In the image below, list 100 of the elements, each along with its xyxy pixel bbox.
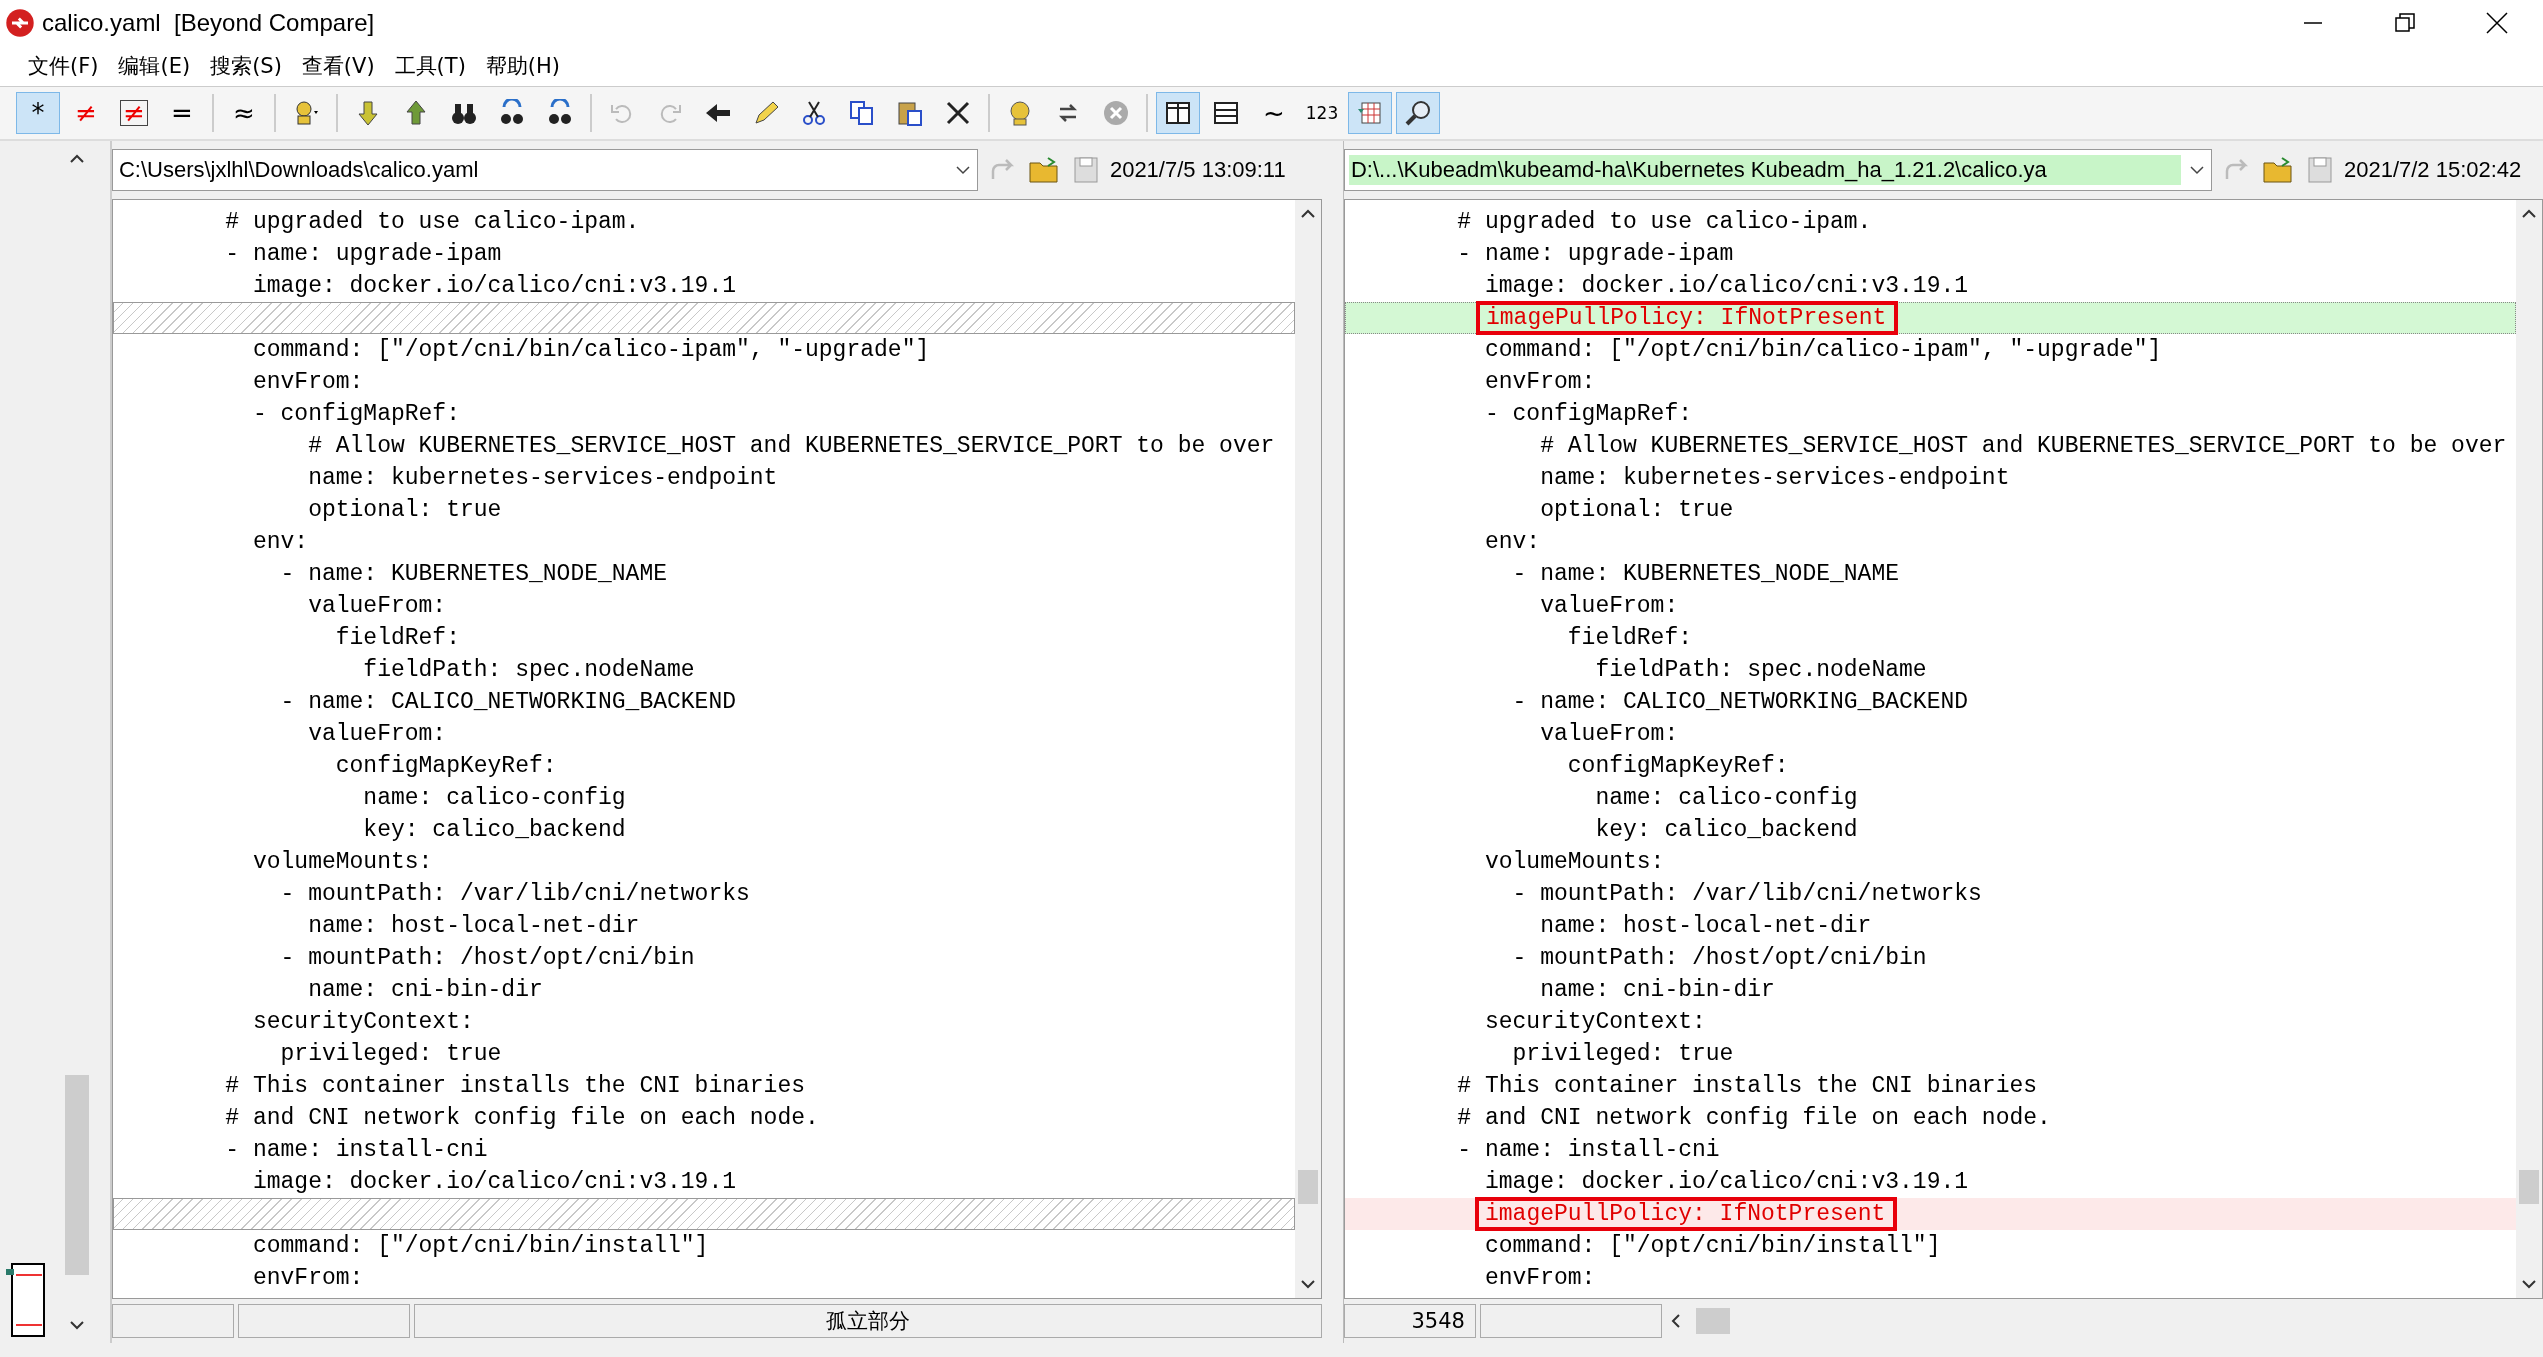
code-line: name: host-local-net-dir: [307, 913, 640, 939]
code-line: - mountPath: /host/opt/cni/bin: [279, 945, 695, 971]
binoculars-prev-icon: [546, 99, 574, 127]
toolbar-button[interactable]: =: [160, 92, 204, 134]
code-line: name: kubernetes-services-endpoint: [307, 465, 778, 491]
code-line: valueFrom:: [307, 721, 447, 747]
paste-icon: [896, 99, 924, 127]
code-line: fieldRef:: [1566, 625, 1692, 651]
code-line: # and CNI network config file on each node.: [224, 1105, 819, 1131]
restore-icon: [2395, 13, 2415, 33]
code-line: volumeMounts:: [1483, 849, 1665, 875]
toolbar-button[interactable]: ≈: [222, 92, 266, 134]
code-line: # Allow KUBERNETES_SERVICE_HOST and KUBERNETES_SERVICE_PORT to be over: [307, 433, 1275, 459]
code-line: # Allow KUBERNETES_SERVICE_HOST and KUBERNETES_SERVICE_PORT to be over: [1539, 433, 2507, 459]
code-line: - name: CALICO_NETWORKING_BACKEND: [279, 689, 736, 715]
code-line: image: docker.io/calico/cni:v3.19.1: [251, 273, 736, 299]
code-line: # upgraded to use calico-ipam.: [1456, 209, 1872, 235]
code-line: # upgraded to use calico-ipam.: [224, 209, 640, 235]
close-icon: [944, 99, 972, 127]
code-line: - name: install-cni: [1456, 1137, 1720, 1163]
code-line: - configMapRef:: [251, 401, 460, 427]
code-line: - name: KUBERNETES_NODE_NAME: [1511, 561, 1900, 587]
code-line: - name: upgrade-ipam: [224, 241, 502, 267]
code-line: - mountPath: /host/opt/cni/bin: [1511, 945, 1927, 971]
code-line: envFrom:: [1483, 1265, 1596, 1291]
menu-item[interactable]: 帮助(H): [475, 48, 570, 84]
window-title: calico.yaml [Beyond Compare]: [42, 9, 375, 37]
code-line: privileged: true: [279, 1041, 502, 1067]
code-line: - name: upgrade-ipam: [1456, 241, 1734, 267]
code-line: envFrom:: [251, 369, 364, 395]
overview-thumbnail[interactable]: [6, 1263, 46, 1337]
code-line: env:: [251, 529, 309, 555]
code-line: valueFrom:: [1539, 593, 1679, 619]
menu-item[interactable]: 查看(V): [291, 48, 385, 84]
copy-icon: [848, 99, 876, 127]
file-date: 2021/7/2 15:02:42: [2343, 157, 2522, 183]
code-line: # This container installs the CNI binaries: [224, 1073, 806, 1099]
code-line: command: ["/opt/cni/bin/calico-ipam", "-upgrade"]: [251, 337, 930, 363]
toolbar-button[interactable]: 123: [1300, 92, 1344, 134]
code-line: fieldRef:: [334, 625, 460, 651]
menu-item[interactable]: 搜索(S): [200, 48, 292, 84]
code-line: volumeMounts:: [251, 849, 433, 875]
code-line: # This container installs the CNI binaries: [1456, 1073, 2038, 1099]
code-line: - configMapRef:: [1483, 401, 1692, 427]
code-line: name: host-local-net-dir: [1539, 913, 1872, 939]
toolbar-button[interactable]: [1396, 92, 1440, 134]
app-icon: [4, 7, 36, 39]
toolbar-button[interactable]: *: [16, 92, 60, 134]
code-line: fieldPath: spec.nodeName: [1594, 657, 1927, 683]
code-line: image: docker.io/calico/cni:v3.19.1: [251, 1169, 736, 1195]
code-line: configMapKeyRef:: [334, 753, 557, 779]
rows-icon: [1212, 99, 1240, 127]
stop-icon: [1102, 99, 1130, 127]
code-line: env:: [1483, 529, 1541, 555]
code-line: name: kubernetes-services-endpoint: [1539, 465, 2010, 491]
scrollbar-thumb[interactable]: [1695, 1308, 1730, 1334]
code-line: name: calico-config: [362, 785, 626, 811]
menu-item[interactable]: 文件(F): [18, 48, 109, 84]
code-line: - name: KUBERNETES_NODE_NAME: [279, 561, 667, 587]
code-line: - mountPath: /var/lib/cni/networks: [279, 881, 750, 907]
code-line: command: ["/opt/cni/bin/install"]: [251, 1233, 709, 1259]
code-line: key: calico_backend: [362, 817, 626, 843]
code-line: command: ["/opt/cni/bin/calico-ipam", "-upgrade"]: [1483, 337, 2162, 363]
toolbar-button[interactable]: ~: [1252, 92, 1296, 134]
code-line: privileged: true: [1511, 1041, 1734, 1067]
code-line: optional: true: [307, 497, 502, 523]
toolbar-button[interactable]: ≠: [112, 92, 156, 134]
code-line: key: calico_backend: [1594, 817, 1858, 843]
line-count: 3548: [1343, 1304, 1476, 1338]
menu-item[interactable]: 工具(T): [384, 48, 476, 84]
scissors-icon: [800, 99, 828, 127]
code-line: securityContext:: [1483, 1009, 1706, 1035]
code-line: name: cni-bin-dir: [1539, 977, 1775, 1003]
scrollbar-thumb[interactable]: [2519, 1170, 2539, 1204]
code-line: envFrom:: [1483, 369, 1596, 395]
binoculars-next-icon: [498, 99, 526, 127]
code-line: name: calico-config: [1594, 785, 1858, 811]
minimize-icon: [2303, 22, 2323, 24]
path-field[interactable]: D:\...\Kubeadm\kubeamd-ha\Kubernetes Kubeadm_ha_1.21.2\calico.ya: [1343, 149, 2212, 191]
code-line: - name: install-cni: [224, 1137, 488, 1163]
code-line: configMapKeyRef:: [1566, 753, 1789, 779]
toolbar-button[interactable]: ≠: [64, 92, 108, 134]
grid-pin-icon: [1356, 99, 1384, 127]
code-line: fieldPath: spec.nodeName: [362, 657, 695, 683]
code-line: valueFrom:: [307, 593, 447, 619]
path-field[interactable]: C:\Users\jxlhl\Downloads\calico.yaml: [111, 149, 978, 191]
code-line: name: cni-bin-dir: [307, 977, 543, 1003]
code-line: securityContext:: [251, 1009, 474, 1035]
code-line: command: ["/opt/cni/bin/install"]: [1483, 1233, 1941, 1259]
scrollbar-thumb[interactable]: [65, 1075, 89, 1275]
scrollbar-thumb[interactable]: [1297, 1170, 1318, 1204]
code-line: - mountPath: /var/lib/cni/networks: [1511, 881, 1982, 907]
menu-item[interactable]: 编辑(E): [108, 48, 201, 84]
close-icon: [2486, 12, 2508, 34]
code-line: image: docker.io/calico/cni:v3.19.1: [1483, 1169, 1969, 1195]
code-line: image: docker.io/calico/cni:v3.19.1: [1483, 273, 1969, 299]
columns-icon: [1164, 99, 1192, 127]
toolbar-button[interactable]: [1156, 92, 1200, 134]
code-line: # and CNI network config file on each node.: [1456, 1105, 2051, 1131]
magnifier-icon: [1404, 99, 1432, 127]
